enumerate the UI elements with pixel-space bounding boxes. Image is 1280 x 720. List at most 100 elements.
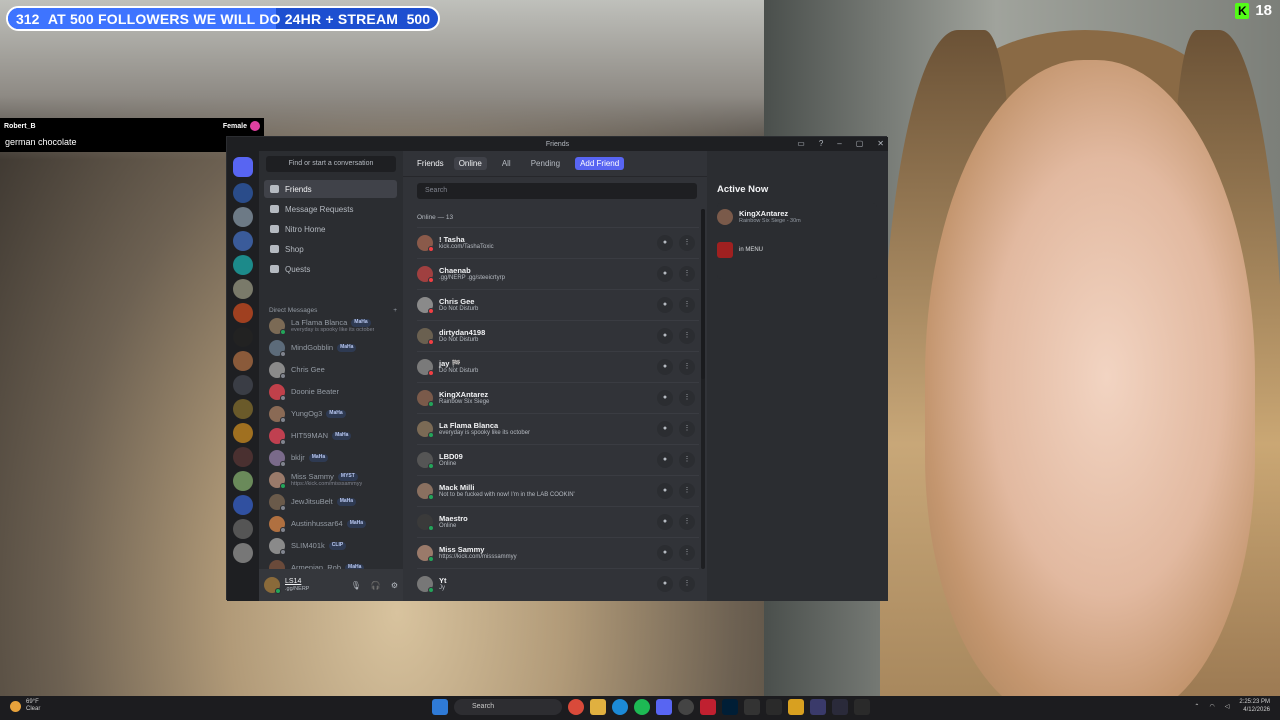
chrome-icon[interactable]	[568, 699, 584, 715]
server-icon[interactable]	[233, 327, 253, 347]
friend-row[interactable]: Yt Jy ● ⋮	[417, 568, 699, 599]
obs-icon[interactable]	[678, 699, 694, 715]
server-icon[interactable]	[233, 495, 253, 515]
taskbar-clock[interactable]: 2:25:23 PM 4/12/2026	[1239, 699, 1270, 714]
friend-row[interactable]: La Flama Blanca everyday is spooky like i…	[417, 413, 699, 444]
dm-item[interactable]: Chris Gee	[269, 360, 399, 380]
gear-icon[interactable]: ⚙	[391, 581, 398, 590]
dm-item[interactable]: Austinhussar64 MaHa	[269, 514, 399, 534]
discord-icon[interactable]	[656, 699, 672, 715]
chevron-up-icon[interactable]: ⌃	[1194, 703, 1199, 710]
wifi-icon[interactable]: ◠	[1209, 703, 1214, 710]
message-icon[interactable]: ●	[657, 421, 673, 437]
server-icon[interactable]	[233, 207, 253, 227]
message-icon[interactable]: ●	[657, 514, 673, 530]
app-icon[interactable]	[810, 699, 826, 715]
app-icon[interactable]	[788, 699, 804, 715]
more-options-icon[interactable]: ⋮	[679, 390, 695, 406]
tab-all[interactable]: All	[497, 157, 516, 170]
friend-row[interactable]: Chaenab .gg/NERP .gg/steeicrtyrp ● ⋮	[417, 258, 699, 289]
nav-friends[interactable]: Friends	[264, 180, 397, 198]
message-icon[interactable]: ●	[657, 545, 673, 561]
volume-icon[interactable]: ◁	[1225, 703, 1230, 710]
app-icon[interactable]	[854, 699, 870, 715]
active-user-row[interactable]: KingXAntarez Rainbow Six Siege - 30m	[717, 209, 877, 225]
close-button[interactable]: ✕	[877, 137, 884, 151]
maximize-button[interactable]: ▢	[856, 137, 864, 151]
dm-item[interactable]: SLIM401k CLIP	[269, 536, 399, 556]
server-icon[interactable]	[233, 399, 253, 419]
help-button[interactable]: ?	[819, 137, 823, 151]
friend-row[interactable]: Maestro Online ● ⋮	[417, 506, 699, 537]
server-icon[interactable]	[233, 183, 253, 203]
headphones-icon[interactable]: 🎧	[371, 581, 381, 590]
more-options-icon[interactable]: ⋮	[679, 328, 695, 344]
minimize-button[interactable]: –	[837, 137, 841, 151]
taskbar-search[interactable]: Search	[454, 699, 562, 715]
friend-row[interactable]: Miss Sammy https://kick.com/misssammyy ● ⋮	[417, 537, 699, 568]
dm-item[interactable]: MindGobblin MaHa	[269, 338, 399, 358]
add-dm-button[interactable]: +	[393, 307, 397, 314]
more-options-icon[interactable]: ⋮	[679, 235, 695, 251]
inbox-button[interactable]: ▭	[797, 137, 805, 151]
nav-shop[interactable]: Shop	[264, 240, 397, 258]
more-options-icon[interactable]: ⋮	[679, 514, 695, 530]
message-icon[interactable]: ●	[657, 483, 673, 499]
nav-nitro-home[interactable]: Nitro Home	[264, 220, 397, 238]
friend-row[interactable]: dirtydan4198 Do Not Disturb ● ⋮	[417, 320, 699, 351]
dm-item[interactable]: La Flama Blanca MaHa everyday is spooky li…	[269, 316, 399, 336]
friend-row[interactable]: LBD09 Online ● ⋮	[417, 444, 699, 475]
avatar[interactable]	[264, 577, 281, 594]
message-icon[interactable]: ●	[657, 235, 673, 251]
more-options-icon[interactable]: ⋮	[679, 266, 695, 282]
message-icon[interactable]: ●	[657, 452, 673, 468]
app-icon[interactable]	[766, 699, 782, 715]
microphone-icon[interactable]: 🎙	[351, 581, 361, 590]
dm-item[interactable]: YungOg3 MaHa	[269, 404, 399, 424]
server-icon[interactable]	[233, 351, 253, 371]
server-icon[interactable]	[233, 423, 253, 443]
find-conversation-button[interactable]: Find or start a conversation	[266, 156, 396, 172]
app-icon[interactable]	[832, 699, 848, 715]
message-icon[interactable]: ●	[657, 328, 673, 344]
friend-row[interactable]: ! Tasha kick.com/TashaToxic ● ⋮	[417, 227, 699, 258]
server-icon[interactable]	[233, 255, 253, 275]
photoshop-icon[interactable]	[722, 699, 738, 715]
friend-row[interactable]: Chris Gee Do Not Disturb ● ⋮	[417, 289, 699, 320]
more-options-icon[interactable]: ⋮	[679, 421, 695, 437]
server-icon[interactable]	[233, 447, 253, 467]
more-options-icon[interactable]: ⋮	[679, 359, 695, 375]
server-icon[interactable]	[233, 471, 253, 491]
file-explorer-icon[interactable]	[590, 699, 606, 715]
server-icon[interactable]	[233, 231, 253, 251]
server-icon[interactable]	[233, 519, 253, 539]
friend-row[interactable]: Mack Milli Not to be fucked with now! I'm…	[417, 475, 699, 506]
dm-item[interactable]: HIT59MAN MaHa	[269, 426, 399, 446]
weather-widget[interactable]: 69°F Clear	[10, 699, 40, 713]
friends-search-input[interactable]: Search	[417, 183, 697, 199]
more-options-icon[interactable]: ⋮	[679, 576, 695, 592]
discord-home-icon[interactable]	[233, 157, 253, 177]
nav-message-requests[interactable]: Message Requests	[264, 200, 397, 218]
message-icon[interactable]: ●	[657, 359, 673, 375]
server-icon[interactable]	[233, 375, 253, 395]
edge-icon[interactable]	[612, 699, 628, 715]
more-options-icon[interactable]: ⋮	[679, 483, 695, 499]
terminal-icon[interactable]	[744, 699, 760, 715]
server-icon[interactable]	[233, 543, 253, 563]
message-icon[interactable]: ●	[657, 390, 673, 406]
message-icon[interactable]: ●	[657, 576, 673, 592]
nav-quests[interactable]: Quests	[264, 260, 397, 278]
message-icon[interactable]: ●	[657, 297, 673, 313]
tab-pending[interactable]: Pending	[526, 157, 565, 170]
friend-row[interactable]: jay 🏁 Do Not Disturb ● ⋮	[417, 351, 699, 382]
scrollbar[interactable]	[701, 209, 705, 569]
message-icon[interactable]: ●	[657, 266, 673, 282]
more-options-icon[interactable]: ⋮	[679, 297, 695, 313]
more-options-icon[interactable]: ⋮	[679, 452, 695, 468]
tab-online[interactable]: Online	[453, 157, 487, 170]
dm-item[interactable]: Doonie Beater	[269, 382, 399, 402]
add-friend-button[interactable]: Add Friend	[575, 157, 625, 170]
server-icon[interactable]	[233, 303, 253, 323]
more-options-icon[interactable]: ⋮	[679, 545, 695, 561]
